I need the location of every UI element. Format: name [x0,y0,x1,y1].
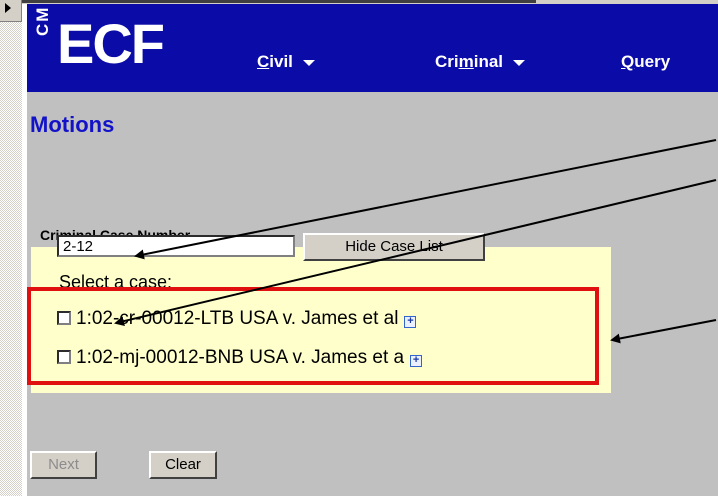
case-checkbox[interactable] [57,311,71,325]
case-checkbox[interactable] [57,350,71,364]
case-row-text: 1:02-mj-00012-BNB USA v. James et a [76,347,405,368]
page-title: Motions [30,112,115,137]
chevron-down-icon [513,59,526,66]
arrow-right-icon [5,3,11,13]
expand-plus-icon[interactable]: + [410,355,423,367]
clear-button[interactable]: Clear [149,451,217,479]
window-top-edge-shadow [22,0,536,3]
nav-criminal-menu[interactable]: Criminal [435,52,526,72]
top-navbar: CM ECF Civil Criminal Query [27,4,718,92]
nav-criminal-label-pre: Cri [435,52,459,71]
case-row: 1:02-cr-00012-LTB USA v. James et al + [57,308,417,330]
nav-civil-menu[interactable]: Civil [257,52,315,72]
next-button[interactable]: Next [30,451,97,479]
logo-ecf: ECF [57,12,165,75]
nav-civil-label-post: ivil [269,52,293,71]
logo-cm-text: CM [33,5,52,36]
case-row: 1:02-mj-00012-BNB USA v. James et a + [57,347,423,369]
scroll-arrow-button[interactable] [0,0,22,22]
case-number-input[interactable] [57,235,295,257]
nav-civil-accesskey: C [257,52,270,71]
case-row-text: 1:02-cr-00012-LTB USA v. James et al [76,308,399,329]
page-content: CM ECF Civil Criminal Query Motions Crim… [27,4,718,496]
nav-criminal-label-post: inal [473,52,504,71]
highlight-box [27,287,599,385]
expand-plus-icon[interactable]: + [404,316,417,328]
chevron-down-icon [302,59,315,66]
nav-query-label-post: uery [634,52,671,71]
nav-query-menu[interactable]: Query [621,52,670,72]
hide-case-list-button[interactable]: Hide Case List [303,233,485,261]
nav-query-accesskey: Q [621,52,635,71]
vertical-scrollbar[interactable] [0,0,22,496]
nav-criminal-accesskey: m [458,52,474,71]
